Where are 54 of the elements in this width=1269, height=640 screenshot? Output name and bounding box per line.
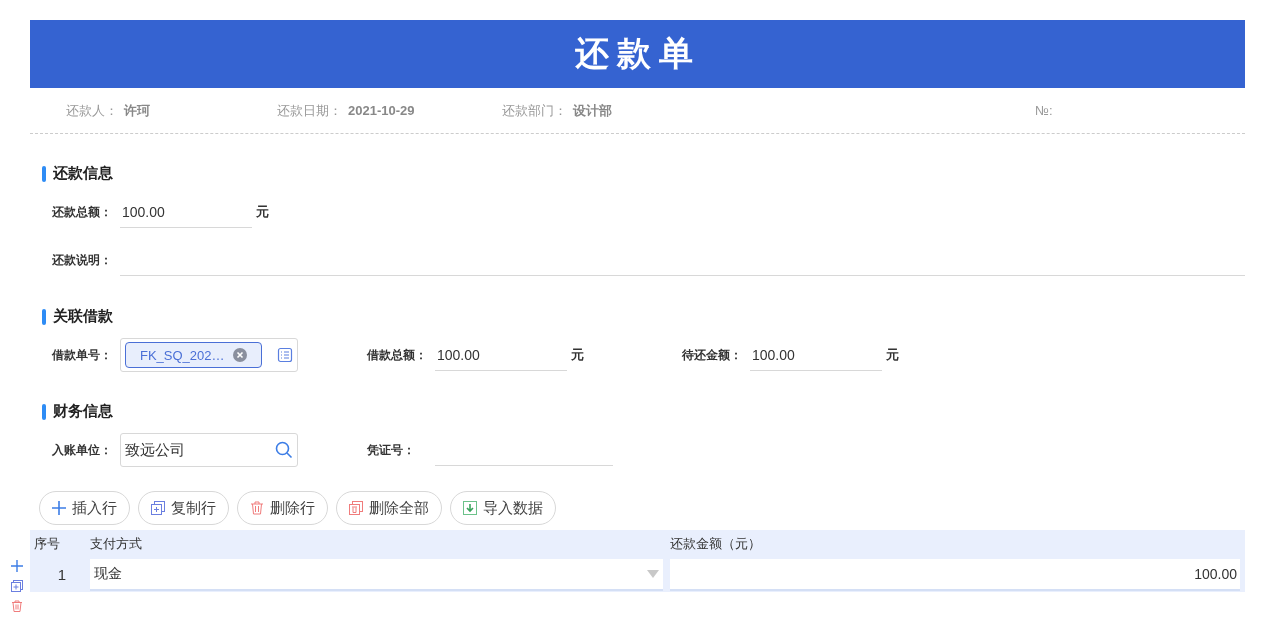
list-icon[interactable] — [277, 347, 293, 363]
column-header: 还款金额（元） — [670, 534, 762, 553]
input-field[interactable]: 100.00 — [750, 339, 882, 371]
section-title: 关联借款 — [53, 307, 113, 326]
dropdown-field[interactable]: 现金 — [90, 558, 663, 591]
field-label: 待还金额： — [682, 346, 743, 364]
toolbar-button[interactable]: 插入行 — [39, 491, 130, 525]
amount-field[interactable]: 100.00 — [670, 558, 1240, 591]
add-row-icon[interactable] — [11, 560, 23, 572]
plus-icon — [52, 501, 66, 515]
section-marker — [42, 403, 46, 420]
toolbar-button[interactable]: 导入数据 — [450, 491, 556, 525]
section-title: 还款信息 — [53, 164, 113, 183]
field-label: 入账单位： — [52, 441, 113, 459]
field-label: 凭证号： — [367, 441, 416, 459]
toolbar-button[interactable]: 删除全部 — [336, 491, 442, 525]
copy-icon — [151, 501, 165, 515]
meta-value: 2021-10-29 — [348, 102, 415, 118]
trash-icon — [250, 501, 264, 515]
field-label: 还款说明： — [52, 251, 113, 269]
meta-label: 还款人： — [66, 101, 118, 120]
row-number: 1 — [56, 566, 68, 583]
section-title: 财务信息 — [53, 402, 113, 421]
toolbar-button[interactable]: 删除行 — [237, 491, 328, 525]
section-marker — [42, 308, 46, 325]
meta-label: 还款日期： — [277, 101, 342, 120]
import-icon — [463, 501, 477, 515]
form-title: 还款单 — [574, 33, 701, 74]
remove-icon[interactable] — [232, 348, 247, 362]
meta-label: 还款部门： — [502, 101, 567, 120]
unit-label: 元 — [886, 346, 899, 364]
delete-row-icon[interactable] — [11, 600, 23, 612]
selected-tag[interactable]: FK_SQ_202… — [125, 342, 262, 368]
column-header: 支付方式 — [90, 534, 143, 553]
field-label: 还款总额： — [52, 203, 113, 221]
dropdown-caret-icon — [647, 569, 659, 578]
input-field[interactable]: 100.00 — [435, 339, 567, 371]
unit-label: 元 — [571, 346, 584, 364]
unit-label: 元 — [256, 203, 269, 221]
column-header: 序号 — [33, 534, 61, 553]
picker-field[interactable]: FK_SQ_202… — [120, 338, 298, 372]
meta-value: 设计部 — [573, 101, 612, 120]
meta-value: 许珂 — [124, 101, 150, 120]
tag-text: FK_SQ_202… — [140, 347, 225, 363]
field-label: 借款总额： — [367, 346, 428, 364]
toolbar-button[interactable]: 复制行 — [138, 491, 229, 525]
search-icon[interactable] — [275, 441, 293, 459]
section-marker — [42, 165, 46, 182]
search-field[interactable]: 致远公司 — [120, 433, 298, 467]
meta-label: №: — [1035, 103, 1053, 118]
trash-stack-icon — [349, 501, 363, 515]
input-field[interactable]: 100.00 — [120, 196, 252, 228]
field-label: 借款单号： — [52, 346, 113, 364]
copy-row-icon[interactable] — [11, 580, 23, 592]
